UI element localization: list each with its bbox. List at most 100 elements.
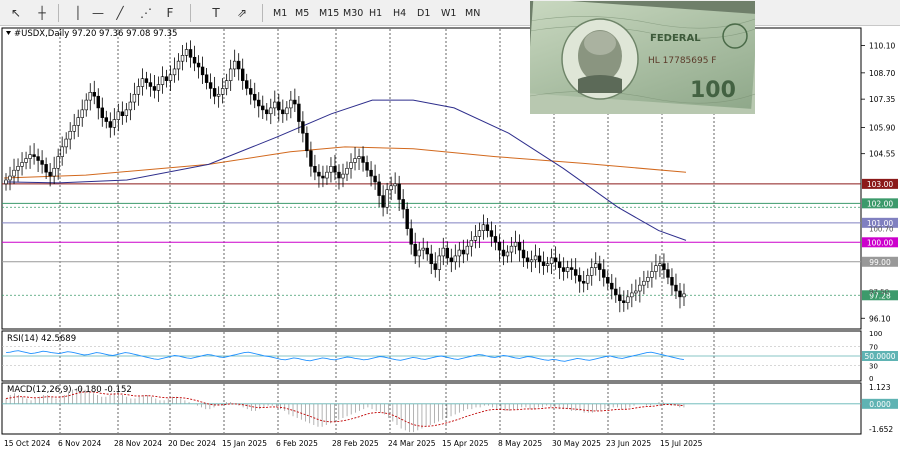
candle-body: [92, 92, 96, 97]
time-label-4: 15 Jan 2025: [222, 439, 267, 448]
fibonacci-icon: F: [166, 6, 174, 20]
candle-body: [232, 60, 237, 70]
crosshair-icon: ┼: [38, 6, 46, 20]
equidistant-channel-tool[interactable]: ⋰: [136, 3, 156, 23]
candle-body: [220, 88, 225, 95]
timeframe-mn[interactable]: MN: [462, 3, 483, 23]
trendline-tool[interactable]: ╱: [110, 3, 130, 23]
candle-body: [417, 249, 421, 257]
candle-body: [577, 275, 582, 282]
candle-body: [586, 275, 590, 284]
svg-text:HL 17785695 F: HL 17785695 F: [648, 56, 717, 66]
candle-body: [461, 249, 466, 255]
candle-body: [353, 158, 357, 163]
candle-body: [16, 166, 20, 171]
candle-body: [4, 179, 8, 185]
candle-body: [357, 156, 361, 159]
candle-body: [618, 294, 622, 302]
time-label-8: 15 Apr 2025: [442, 439, 489, 448]
candle-body: [409, 228, 413, 245]
candle-body: [529, 259, 534, 263]
timeframe-m1[interactable]: M1: [270, 3, 290, 23]
candle-body: [96, 95, 100, 109]
level-label-1: 102.00: [867, 199, 893, 208]
timeframe-m5[interactable]: M5: [292, 3, 312, 23]
candle-body: [581, 280, 586, 284]
candle-body: [281, 109, 285, 115]
timeframe-m15[interactable]: M15: [316, 3, 342, 23]
candle-body: [172, 68, 177, 76]
candle-body: [208, 82, 213, 89]
rsi-tick-1: 70: [869, 343, 878, 351]
horizontal-line-tool[interactable]: —: [88, 3, 108, 23]
chart-svg[interactable]: 103.00102.00101.00100.0099.0097.28 110.1…: [0, 26, 900, 455]
arrows-tool[interactable]: ⇗: [232, 3, 252, 23]
candle-body: [389, 185, 393, 191]
candle-body: [393, 183, 397, 187]
price-tick-label-3: 105.90: [869, 123, 895, 132]
candle-body: [614, 288, 618, 296]
time-label-1: 6 Nov 2024: [58, 439, 101, 448]
candle-body: [261, 105, 265, 111]
timeframe-w1[interactable]: W1: [438, 3, 459, 23]
price-tick-label-4: 104.55: [869, 150, 895, 159]
crosshair-tool[interactable]: ┼: [32, 3, 52, 23]
time-axis: 15 Oct 2024 6 Nov 2024 28 Nov 2024 20 Dec 2…: [4, 439, 703, 448]
candle-body: [545, 263, 550, 266]
candle-body: [28, 154, 32, 159]
candle-body: [457, 249, 462, 257]
macd-tick-0: 1.123: [869, 383, 891, 392]
macd-label: MACD(12,26,9) -0.180 -0.152: [7, 385, 132, 395]
candle-body: [68, 130, 72, 140]
rsi-tick-3: 0: [869, 375, 873, 383]
time-label-7: 24 Mar 2025: [388, 439, 436, 448]
candle-body: [269, 107, 273, 115]
candle-body: [642, 280, 646, 286]
candle-body: [674, 284, 678, 292]
time-label-6: 28 Feb 2025: [332, 439, 379, 448]
timeframe-m30[interactable]: M30: [340, 3, 366, 23]
rsi-label: RSI(14) 42.5689: [7, 334, 76, 344]
candle-body: [164, 76, 169, 81]
candle-body: [513, 242, 518, 247]
candle-body: [140, 78, 145, 87]
candle-body: [245, 80, 249, 89]
candle-body: [481, 224, 486, 231]
candle-body: [682, 293, 686, 298]
candle-body: [505, 251, 510, 257]
candle-body: [72, 125, 76, 132]
candle-body: [453, 255, 458, 263]
candle-body: [273, 101, 277, 109]
candle-body: [40, 160, 44, 165]
candle-body: [116, 111, 121, 120]
candle-body: [152, 86, 157, 91]
dollar-bills-image: FEDERAL HL 17785695 F 100: [530, 1, 755, 114]
candle-body: [184, 49, 189, 56]
candle-body: [377, 181, 381, 196]
candle-body: [24, 158, 28, 163]
extra-axis-label-0: 100.70: [869, 226, 894, 234]
timeframe-h1[interactable]: H1: [366, 3, 385, 23]
candle-body: [549, 257, 554, 265]
candle-body: [517, 242, 522, 251]
timeframe-h4[interactable]: H4: [390, 3, 409, 23]
toolbar: ↖ ┼ │ — ╱ ⋰ F T ⇗ M1 M5 M15 M30 H1 H4 D1 W1 MN: [0, 0, 900, 26]
cursor-icon: ↖: [10, 6, 22, 20]
text-tool[interactable]: T: [206, 3, 226, 23]
candle-body: [216, 93, 221, 97]
candle-body: [200, 66, 205, 76]
chart-area[interactable]: 103.00 102.00 101.00 100.00 99.00 97.28 110.1…: [0, 26, 900, 455]
time-label-5: 6 Feb 2025: [276, 439, 318, 448]
fibonacci-tool[interactable]: F: [160, 3, 180, 23]
cursor-tool[interactable]: ↖: [6, 3, 26, 23]
timeframe-d1[interactable]: D1: [414, 3, 433, 23]
candle-body: [441, 247, 445, 257]
candle-body: [630, 292, 634, 298]
arrows-icon: ⇗: [236, 6, 248, 20]
candle-body: [293, 99, 297, 105]
candle-body: [541, 261, 546, 266]
candle-body: [160, 76, 165, 85]
candle-body: [188, 49, 193, 58]
candle-body: [365, 162, 369, 171]
vertical-line-tool[interactable]: │: [68, 3, 88, 23]
